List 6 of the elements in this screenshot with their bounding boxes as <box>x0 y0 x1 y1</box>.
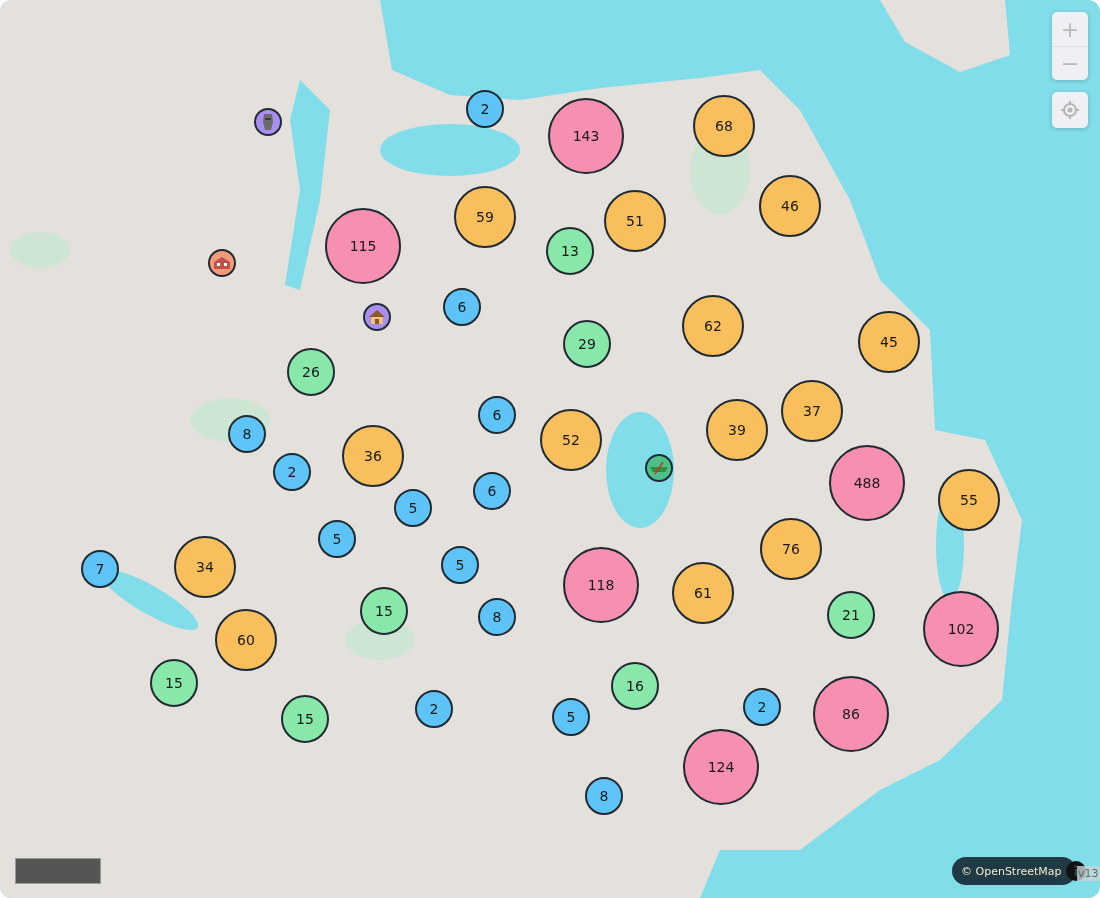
canoe-icon <box>649 461 669 475</box>
attribution-text: © OpenStreetMap <box>961 864 1062 878</box>
locate-icon <box>1060 100 1080 120</box>
house-icon <box>368 309 386 325</box>
building-icon <box>213 256 231 270</box>
version-text: v13 <box>1077 866 1100 881</box>
